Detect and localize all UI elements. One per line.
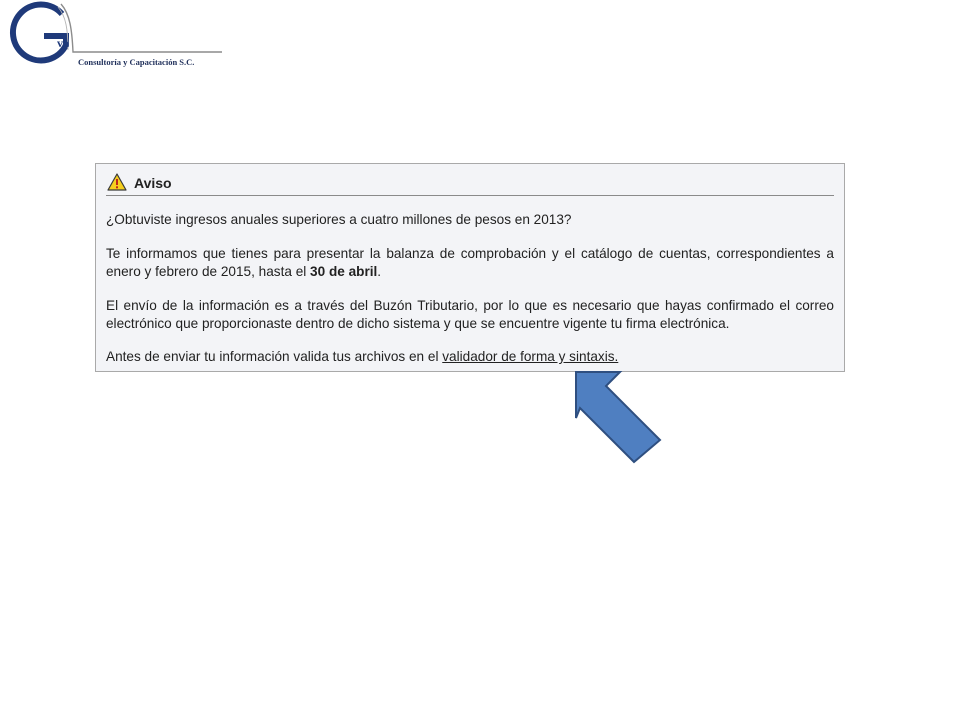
notice-buzon-paragraph: El envío de la información es a través d… <box>106 298 834 331</box>
slide-canvas: va Consultoría y Capacitación S.C. Aviso… <box>0 0 960 720</box>
logo-caption: Consultoría y Capacitación S.C. <box>78 57 195 67</box>
notice-panel: Aviso ¿Obtuviste ingresos anuales superi… <box>95 163 845 372</box>
validator-link[interactable]: validador de forma y sintaxis. <box>442 349 618 364</box>
notice-validator-paragraph: Antes de enviar tu información valida tu… <box>106 348 834 366</box>
deadline-text: Te informamos que tienes para presentar … <box>106 246 834 279</box>
notice-title: Aviso <box>134 175 172 191</box>
warning-icon <box>107 173 127 191</box>
notice-deadline-paragraph: Te informamos que tienes para presentar … <box>106 245 834 281</box>
deadline-end: . <box>377 264 382 279</box>
pointer-arrow-icon <box>575 371 662 464</box>
notice-question: ¿Obtuviste ingresos anuales superiores a… <box>106 212 572 227</box>
notice-header: Aviso <box>106 164 834 196</box>
notice-body: ¿Obtuviste ingresos anuales superiores a… <box>106 196 834 366</box>
validator-intro: Antes de enviar tu información valida tu… <box>106 349 443 364</box>
company-logo: va Consultoría y Capacitación S.C. <box>0 0 230 75</box>
deadline-date: 30 de abril <box>310 264 378 279</box>
logo-initials: va <box>57 36 69 50</box>
